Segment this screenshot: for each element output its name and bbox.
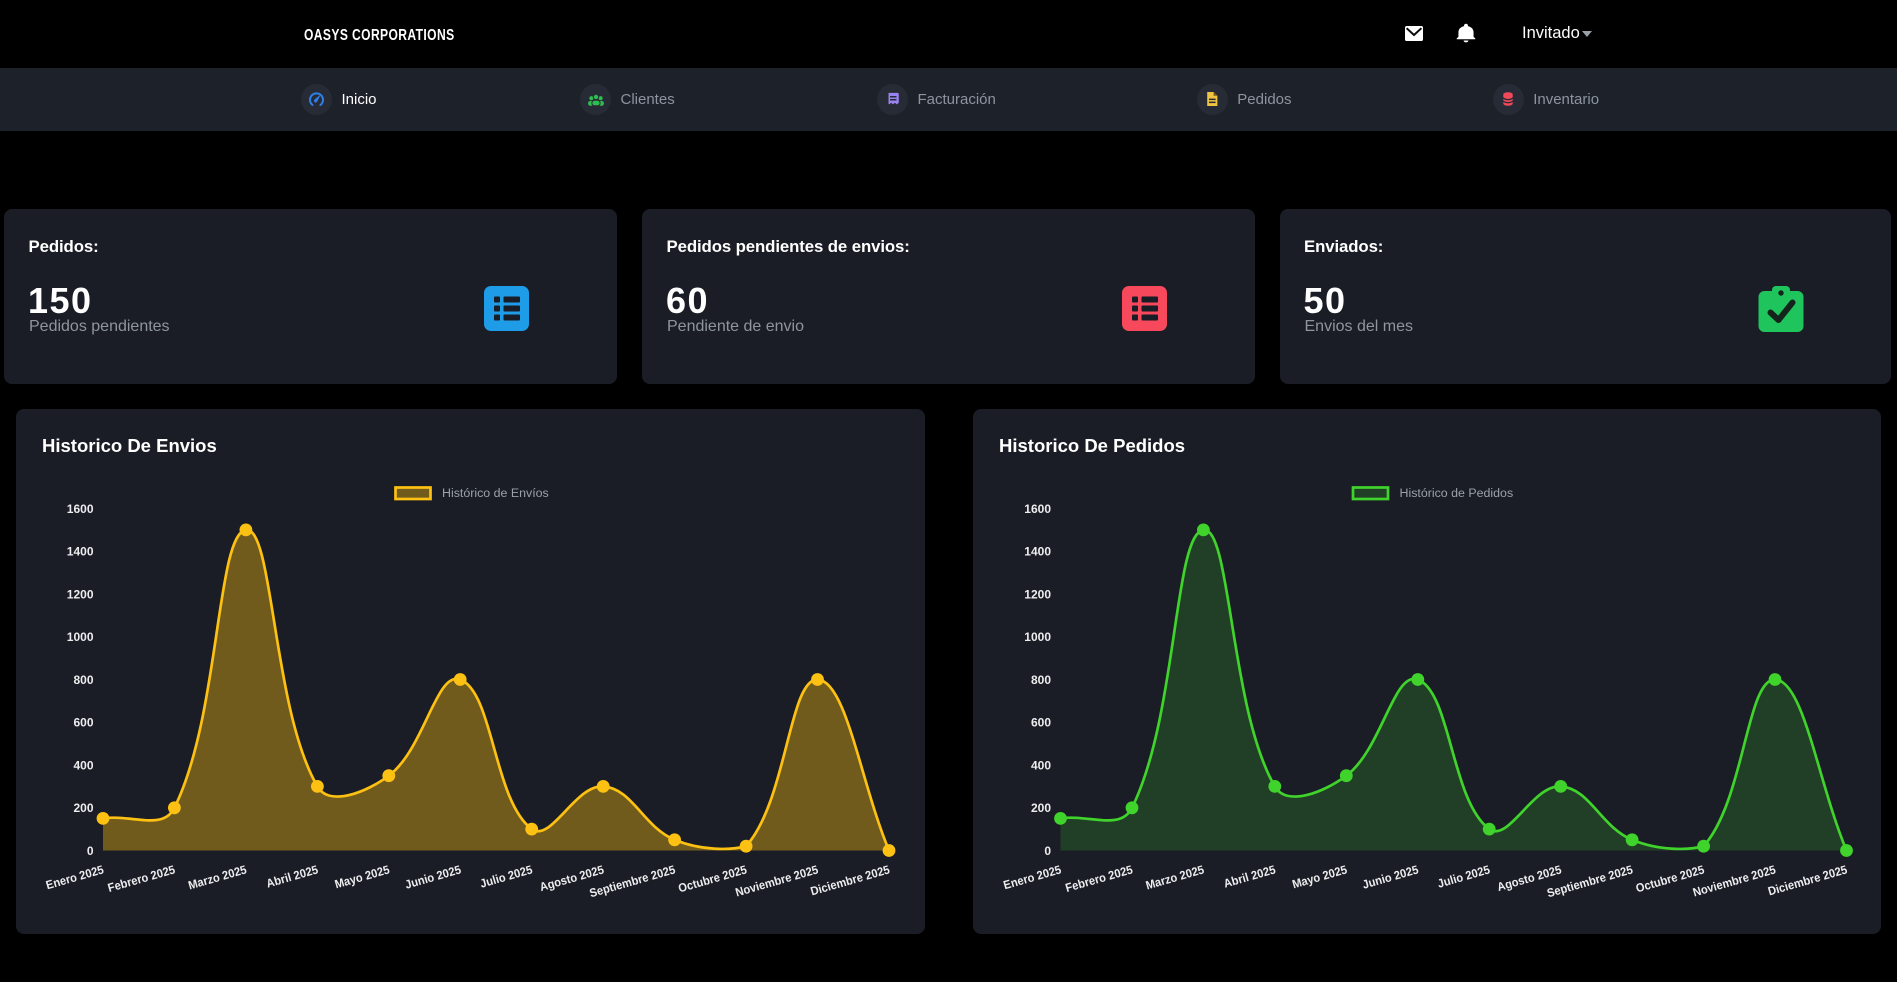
svg-text:200: 200	[1031, 801, 1051, 815]
svg-text:Abril 2025: Abril 2025	[1222, 864, 1277, 891]
svg-text:200: 200	[73, 801, 93, 815]
svg-text:400: 400	[73, 758, 93, 772]
svg-text:1200: 1200	[1024, 587, 1051, 601]
svg-text:Abril 2025: Abril 2025	[265, 864, 320, 891]
svg-text:Enero 2025: Enero 2025	[45, 864, 106, 892]
svg-text:0: 0	[1044, 844, 1051, 858]
svg-text:Enero 2025: Enero 2025	[1002, 864, 1063, 892]
svg-text:Noviembre 2025: Noviembre 2025	[1692, 864, 1778, 900]
svg-text:Julio 2025: Julio 2025	[1436, 864, 1492, 891]
svg-text:Febrero 2025: Febrero 2025	[1064, 864, 1135, 895]
svg-text:Junio 2025: Junio 2025	[1361, 864, 1420, 892]
svg-text:800: 800	[73, 673, 93, 687]
svg-text:Diciembre 2025: Diciembre 2025	[1767, 864, 1850, 899]
svg-text:1000: 1000	[1024, 630, 1051, 644]
svg-text:1600: 1600	[67, 502, 94, 516]
svg-text:600: 600	[1031, 716, 1051, 730]
svg-text:Histórico de Envíos: Histórico de Envíos	[442, 486, 549, 500]
svg-text:800: 800	[1031, 673, 1051, 687]
svg-text:Febrero 2025: Febrero 2025	[107, 864, 178, 895]
svg-text:Mayo 2025: Mayo 2025	[334, 864, 392, 892]
svg-text:Julio 2025: Julio 2025	[479, 864, 535, 891]
svg-text:Mayo 2025: Mayo 2025	[1291, 864, 1349, 892]
svg-text:400: 400	[1031, 758, 1051, 772]
svg-text:1600: 1600	[1024, 502, 1051, 516]
svg-text:Histórico de Pedidos: Histórico de Pedidos	[1400, 486, 1514, 500]
svg-text:Noviembre 2025: Noviembre 2025	[734, 864, 820, 900]
svg-text:1400: 1400	[67, 545, 94, 559]
svg-text:600: 600	[73, 716, 93, 730]
svg-text:Marzo 2025: Marzo 2025	[187, 864, 249, 893]
svg-text:Junio 2025: Junio 2025	[404, 864, 463, 892]
svg-text:Diciembre 2025: Diciembre 2025	[809, 864, 892, 899]
svg-text:Marzo 2025: Marzo 2025	[1145, 864, 1207, 893]
svg-text:1400: 1400	[1024, 545, 1051, 559]
svg-text:1000: 1000	[67, 630, 94, 644]
svg-text:0: 0	[87, 844, 94, 858]
svg-text:1200: 1200	[67, 587, 94, 601]
